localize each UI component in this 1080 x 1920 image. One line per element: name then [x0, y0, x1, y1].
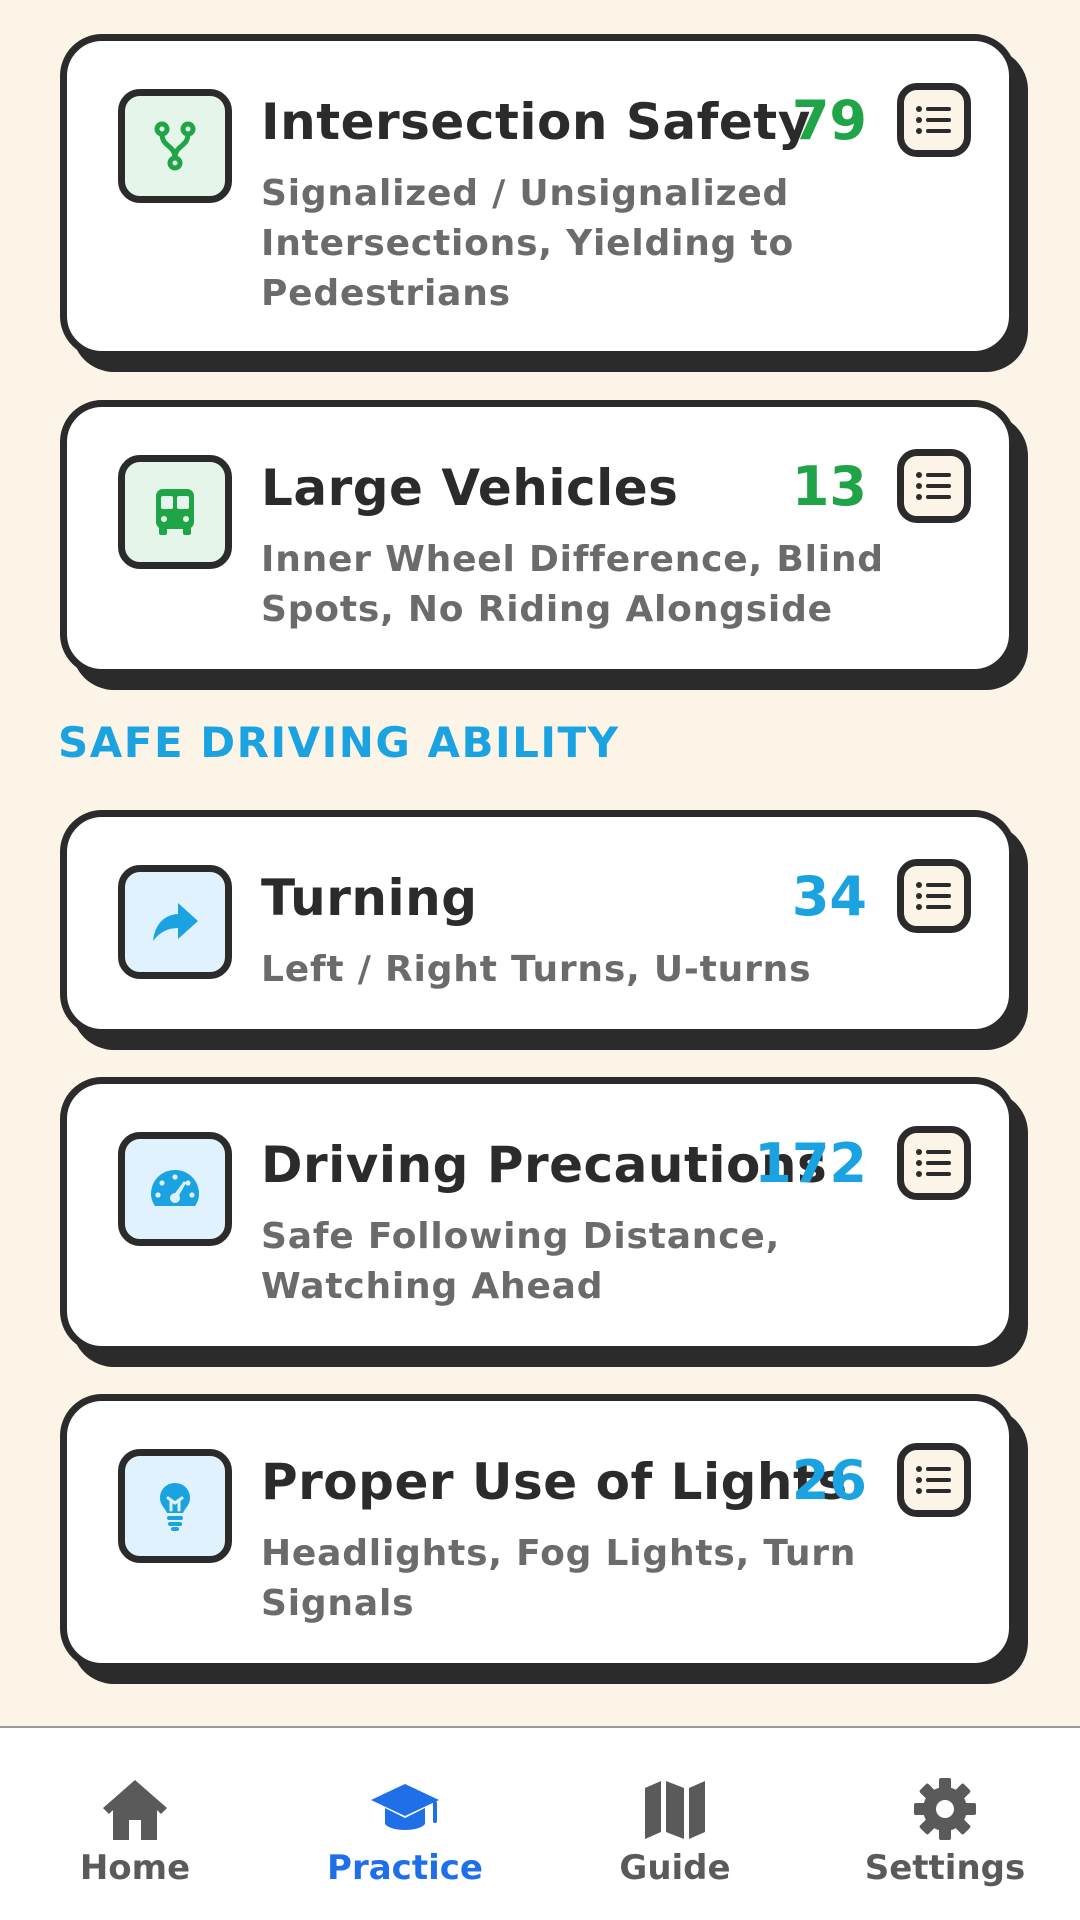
list-button[interactable] — [897, 859, 971, 933]
nav-label: Practice — [327, 1848, 483, 1888]
category-card-proper-use-of-lights[interactable]: Proper Use of Lights Headlights, Fog Lig… — [60, 1394, 1016, 1670]
lightbulb-icon — [160, 1483, 190, 1531]
nav-label: Home — [79, 1848, 191, 1888]
category-icon-box — [118, 1132, 232, 1246]
category-description: Headlights, Fog Lights, Turn Signals — [261, 1533, 857, 1624]
category-icon-box — [118, 455, 232, 569]
list-icon — [916, 106, 951, 134]
map-icon — [645, 1781, 705, 1839]
bus-icon — [156, 489, 194, 535]
category-card-turning[interactable]: Turning Left / Right Turns, U-turns 34 — [60, 810, 1016, 1036]
bottom-navigation: Home Practice Guide Settings — [0, 1726, 1080, 1920]
category-card-driving-precautions[interactable]: Driving Precautions Safe Following Dista… — [60, 1077, 1016, 1353]
question-count: 34 — [791, 865, 867, 928]
category-icon-box — [118, 865, 232, 979]
category-icon-box — [118, 1449, 232, 1563]
turn-arrow-icon — [153, 903, 198, 941]
nav-label: Settings — [864, 1848, 1026, 1888]
section-heading: SAFE DRIVING ABILITY — [58, 718, 620, 767]
nav-item-guide[interactable]: Guide — [540, 1776, 810, 1888]
question-count: 172 — [754, 1132, 867, 1195]
category-description: Signalized / Unsignalized Intersections,… — [261, 173, 795, 314]
category-title: Driving Precautions — [261, 1136, 828, 1194]
list-button[interactable] — [897, 1126, 971, 1200]
category-title: Large Vehicles — [261, 459, 679, 517]
home-icon — [103, 1780, 167, 1840]
list-icon — [916, 882, 951, 910]
category-card-large-vehicles[interactable]: Large Vehicles Inner Wheel Difference, B… — [60, 400, 1016, 676]
question-count: 79 — [791, 89, 867, 152]
list-button[interactable] — [897, 449, 971, 523]
category-title: Proper Use of Lights — [261, 1453, 848, 1511]
category-icon-box — [118, 89, 232, 203]
nav-label: Guide — [619, 1848, 731, 1888]
speedometer-icon — [151, 1170, 199, 1206]
category-description: Left / Right Turns, U-turns — [261, 949, 812, 990]
category-card-intersection-safety[interactable]: Intersection Safety Signalized / Unsigna… — [60, 34, 1016, 358]
category-title: Turning — [261, 869, 478, 927]
list-icon — [916, 1466, 951, 1494]
question-count: 26 — [791, 1449, 867, 1512]
list-icon — [916, 1149, 951, 1177]
question-count: 13 — [791, 455, 867, 518]
nav-item-home[interactable]: Home — [0, 1776, 270, 1888]
fork-icon — [154, 121, 196, 171]
graduation-cap-icon — [371, 1784, 439, 1830]
category-description: Safe Following Distance, Watching Ahead — [261, 1216, 781, 1307]
nav-item-settings[interactable]: Settings — [810, 1776, 1080, 1888]
list-icon — [916, 472, 951, 500]
category-description: Inner Wheel Difference, Blind Spots, No … — [261, 539, 884, 630]
category-title: Intersection Safety — [261, 93, 811, 151]
gear-icon — [914, 1778, 976, 1840]
list-button[interactable] — [897, 1443, 971, 1517]
list-button[interactable] — [897, 83, 971, 157]
nav-item-practice[interactable]: Practice — [270, 1776, 540, 1888]
